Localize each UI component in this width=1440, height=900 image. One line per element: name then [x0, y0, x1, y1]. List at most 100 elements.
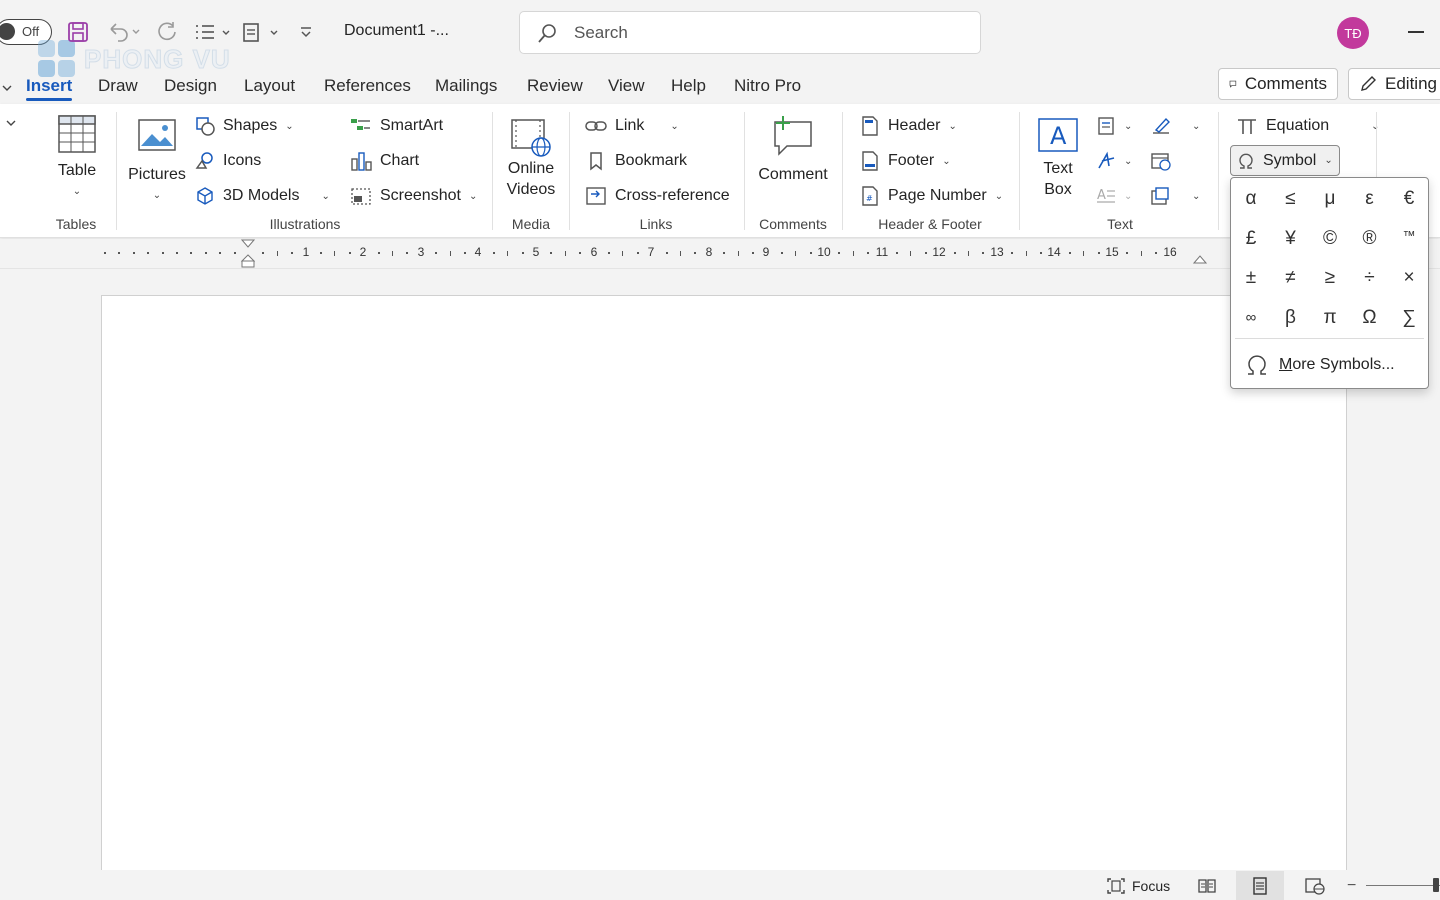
ruler-tick — [262, 252, 264, 254]
online-video-icon — [511, 119, 551, 157]
svg-text:#: # — [866, 194, 873, 203]
symbol-item[interactable]: ® — [1352, 222, 1388, 256]
shapes-label: Shapes — [223, 117, 278, 134]
symbol-item[interactable]: ≤ — [1273, 182, 1309, 216]
symbol-item[interactable]: ≠ — [1273, 261, 1309, 295]
ruler-number: 6 — [590, 245, 598, 259]
cross-reference-button[interactable]: Cross-reference — [585, 186, 730, 206]
search-input[interactable]: Search — [519, 11, 981, 54]
zoom-slider-thumb[interactable] — [1433, 878, 1439, 892]
page-number-button[interactable]: # Page Number ⌄ — [860, 186, 1003, 206]
chevron-down-icon: ⌄ — [285, 120, 294, 132]
symbol-item[interactable]: α — [1233, 182, 1269, 216]
symbol-item[interactable]: Ω — [1352, 301, 1388, 335]
equation-button[interactable]: Equation⌄ — [1236, 116, 1380, 136]
symbol-item[interactable]: © — [1312, 222, 1348, 256]
symbol-item[interactable]: ∞ — [1233, 301, 1269, 335]
tab-review[interactable]: Review — [527, 76, 583, 96]
editing-mode-button[interactable]: Editing — [1348, 68, 1440, 100]
tab-draw[interactable]: Draw — [98, 76, 138, 96]
ruler-tick — [738, 251, 739, 256]
tab-insert[interactable]: Insert — [26, 76, 73, 101]
horizontal-ruler[interactable]: 1 2 3 4 5 6 7 8 9 10 11 12 13 14 15 16 — [0, 239, 1440, 269]
bookmark-button[interactable]: Bookmark — [585, 151, 687, 171]
customize-qat-icon[interactable] — [296, 18, 316, 46]
new-comment-button[interactable]: Comment — [752, 114, 834, 185]
ruler-number: 15 — [1105, 245, 1119, 259]
date-time-button[interactable] — [1150, 151, 1172, 171]
ruler-number: 12 — [932, 245, 946, 259]
ruler-tick — [666, 252, 668, 254]
symbol-item[interactable]: β — [1273, 301, 1309, 335]
tab-view[interactable]: View — [608, 76, 645, 96]
ruler-tick — [118, 252, 120, 254]
comments-button[interactable]: Comments — [1218, 68, 1338, 100]
symbol-item[interactable]: × — [1391, 261, 1427, 295]
chart-button[interactable]: Chart — [350, 151, 419, 171]
symbol-item[interactable]: £ — [1233, 222, 1269, 256]
object-button[interactable]: ⌄ — [1150, 186, 1200, 206]
zoom-slider[interactable] — [1366, 885, 1440, 886]
symbol-button[interactable]: Symbol ⌄ — [1230, 145, 1340, 176]
screenshot-icon — [351, 188, 371, 205]
quick-parts-button[interactable]: ⌄ — [1096, 116, 1132, 136]
tab-design[interactable]: Design — [164, 76, 217, 96]
drop-cap-button[interactable]: A ⌄ — [1096, 186, 1132, 206]
tab-overflow[interactable] — [2, 78, 12, 98]
tab-references[interactable]: References — [324, 76, 411, 96]
symbol-item[interactable]: ÷ — [1352, 261, 1388, 295]
symbol-item[interactable]: ™ — [1391, 222, 1427, 256]
table-button[interactable]: Table ⌄ — [54, 114, 100, 202]
icons-button[interactable]: Icons — [195, 151, 261, 171]
ruler-tick — [752, 252, 754, 254]
indent-marker-icon[interactable] — [240, 239, 256, 269]
symbol-item[interactable]: π — [1312, 301, 1348, 335]
right-indent-marker-icon[interactable] — [1192, 251, 1208, 265]
document-page[interactable] — [101, 295, 1347, 895]
print-layout-button[interactable] — [1236, 871, 1284, 900]
symbol-item[interactable]: μ — [1312, 182, 1348, 216]
symbol-item[interactable]: ∑ — [1391, 301, 1427, 335]
save-icon[interactable] — [64, 18, 92, 46]
header-button[interactable]: Header ⌄ — [860, 116, 957, 136]
text-box-button[interactable]: A Text Box — [1032, 116, 1084, 200]
link-button[interactable]: Link ⌄ — [585, 116, 679, 136]
signature-line-button[interactable]: ⌄ — [1150, 116, 1200, 136]
symbol-item[interactable]: ε — [1352, 182, 1388, 216]
ruler-number: 5 — [532, 245, 540, 259]
focus-mode-button[interactable]: Focus — [1106, 875, 1170, 897]
footer-button[interactable]: Footer ⌄ — [860, 151, 951, 171]
web-layout-button[interactable] — [1302, 875, 1328, 897]
tab-layout[interactable]: Layout — [244, 76, 295, 96]
online-videos-button[interactable]: Online Videos — [502, 118, 560, 200]
document-title[interactable]: Document1 -... — [344, 22, 449, 40]
more-symbols-button[interactable]: More Symbols... — [1245, 354, 1395, 376]
tab-mailings[interactable]: Mailings — [435, 76, 497, 96]
bullets-icon[interactable] — [192, 18, 234, 46]
tab-help[interactable]: Help — [671, 76, 706, 96]
wordart-button[interactable]: ⌄ — [1096, 151, 1132, 171]
search-placeholder: Search — [574, 23, 628, 42]
shapes-button[interactable]: Shapes ⌄ — [195, 116, 294, 136]
symbol-item[interactable]: € — [1391, 182, 1427, 216]
symbol-item[interactable]: ¥ — [1273, 222, 1309, 256]
symbol-item[interactable]: ± — [1233, 261, 1269, 295]
pictures-button[interactable]: Pictures ⌄ — [128, 118, 186, 206]
3d-models-button[interactable]: 3D Models ⌄ — [195, 186, 330, 206]
search-icon — [538, 24, 556, 43]
screenshot-button[interactable]: Screenshot ⌄ — [350, 186, 477, 206]
new-document-icon[interactable] — [240, 18, 282, 46]
undo-icon[interactable] — [104, 18, 142, 46]
smartart-button[interactable]: SmartArt — [350, 116, 443, 136]
read-mode-button[interactable] — [1194, 875, 1220, 897]
minimize-button[interactable] — [1408, 31, 1424, 33]
redo-icon[interactable] — [154, 18, 180, 46]
ruler-tick — [522, 252, 524, 254]
avatar[interactable]: TĐ — [1337, 17, 1369, 49]
tab-nitro-pro[interactable]: Nitro Pro — [734, 76, 801, 96]
wordart-icon — [1098, 151, 1115, 169]
ribbon-scroll-left[interactable] — [6, 118, 16, 128]
symbol-item[interactable]: ≥ — [1312, 261, 1348, 295]
zoom-out-button[interactable]: − — [1347, 875, 1356, 897]
ruler-tick — [867, 252, 869, 254]
